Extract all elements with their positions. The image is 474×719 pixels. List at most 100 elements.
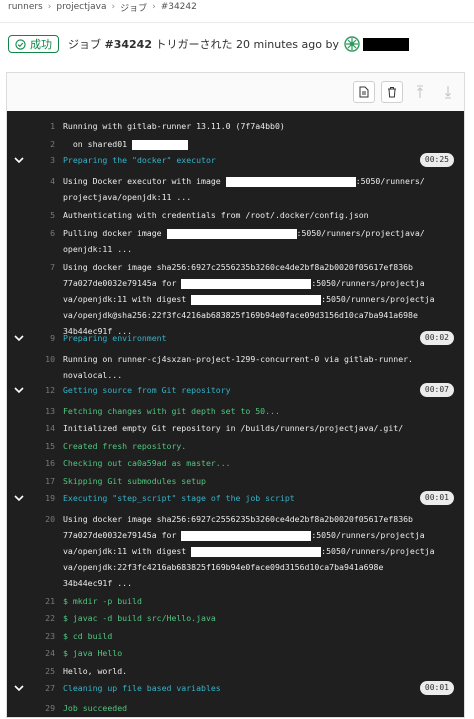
- check-circle-icon: [15, 38, 26, 50]
- line-number[interactable]: 1: [33, 121, 55, 131]
- log-line-cont: va/openjdk@sha256:22f3fc4216ab683825f169…: [7, 307, 464, 323]
- line-number[interactable]: 22: [33, 613, 55, 623]
- breadcrumb-job-id[interactable]: #34242: [161, 2, 197, 12]
- line-number[interactable]: 15: [33, 441, 55, 451]
- line-number[interactable]: 2: [33, 139, 55, 149]
- user-name-redacted[interactable]: [362, 37, 409, 51]
- status-badge[interactable]: 成功: [8, 35, 59, 53]
- line-number[interactable]: 7: [33, 262, 55, 272]
- chevron-down-icon[interactable]: [14, 494, 24, 502]
- chevron-down-icon[interactable]: [14, 156, 24, 164]
- log-line-cont: 77a027de0032e79145a for :5050/runners/pr…: [7, 275, 464, 291]
- log-line: 15 Created fresh repository.: [7, 438, 464, 454]
- line-number[interactable]: 23: [33, 631, 55, 641]
- line-number[interactable]: 17: [33, 476, 55, 486]
- line-number[interactable]: 20: [33, 514, 55, 524]
- line-number[interactable]: 13: [33, 406, 55, 416]
- log-fragment: Using Docker executor with image: [63, 176, 221, 186]
- line-number[interactable]: 16: [33, 458, 55, 468]
- log-line: 10 Running on runner-cj4sxzan-project-12…: [7, 351, 464, 367]
- line-number[interactable]: 10: [33, 354, 55, 364]
- log-text: va/openjdk:22f3fc4216ab683825f169b94e0fa…: [63, 562, 384, 572]
- line-number[interactable]: 24: [33, 648, 55, 658]
- log-line: 22 $ javac -d build src/Hello.java: [7, 610, 464, 626]
- log-text: 77a027de0032e79145a for :5050/runners/pr…: [63, 275, 454, 291]
- section-title: Executing "step_script" stage of the job…: [63, 493, 295, 503]
- log-section-header[interactable]: 19 Executing "step_script" stage of the …: [7, 490, 464, 506]
- log-text: Authenticating with credentials from /ro…: [63, 210, 369, 220]
- triggered-text: トリガーされた 20 minutes ago by: [155, 38, 339, 51]
- log-text: $ java Hello: [63, 648, 123, 658]
- avatar[interactable]: [343, 36, 360, 52]
- line-number[interactable]: 5: [33, 210, 55, 220]
- log-line-cont: 77a027de0032e79145a for :5050/runners/pr…: [7, 527, 464, 543]
- section-title: Preparing the "docker" executor: [63, 155, 216, 165]
- log-section-header[interactable]: 3 Preparing the "docker" executor 00:25: [7, 152, 464, 168]
- duration-badge: 00:01: [419, 491, 454, 505]
- log-section-header[interactable]: 9 Preparing environment 00:02: [7, 330, 464, 346]
- breadcrumb-projectjava[interactable]: projectjava: [56, 2, 106, 12]
- log-text: Checking out ca0a59ad as master...: [63, 458, 231, 468]
- log-text: Skipping Git submodules setup: [63, 476, 206, 486]
- log-text: 34b44ec91f ...: [63, 578, 133, 588]
- job-prefix: ジョブ: [68, 38, 101, 51]
- log-line: 16 Checking out ca0a59ad as master...: [7, 455, 464, 471]
- duration-badge: 00:02: [419, 331, 454, 345]
- line-number[interactable]: 27: [33, 683, 55, 693]
- log-section-header[interactable]: 27 Cleaning up file based variables 00:0…: [7, 680, 464, 696]
- line-number[interactable]: 4: [33, 176, 55, 186]
- chevron-down-icon[interactable]: [14, 684, 24, 692]
- chevron-down-icon[interactable]: [14, 386, 24, 394]
- log-text: Using docker image sha256:6927c2556235b3…: [63, 514, 413, 524]
- log-fragment: va/openjdk:11 with digest: [63, 546, 187, 556]
- line-number[interactable]: 6: [33, 228, 55, 238]
- log-text: $ javac -d build src/Hello.java: [63, 613, 216, 623]
- log-text: projectjava/openjdk:11 ...: [63, 192, 192, 202]
- chevron-down-icon[interactable]: [14, 334, 24, 342]
- breadcrumb-divider: [0, 22, 474, 23]
- log-fragment: :5050/runners/: [355, 176, 425, 186]
- log-text: Running with gitlab-runner 13.11.0 (7f7a…: [63, 121, 285, 131]
- line-number[interactable]: 29: [33, 703, 55, 713]
- raw-log-button[interactable]: [353, 81, 375, 103]
- log-text: Using docker image sha256:6927c2556235b3…: [63, 262, 413, 272]
- scroll-bottom-icon: [445, 86, 451, 99]
- breadcrumb: runners › projectjava › ジョブ › #34242: [8, 0, 197, 14]
- job-log-terminal: 1 Running with gitlab-runner 13.11.0 (7f…: [7, 111, 464, 717]
- scroll-to-bottom-button[interactable]: [437, 81, 459, 103]
- log-fragment: 77a027de0032e79145a for: [63, 278, 177, 288]
- line-number[interactable]: 3: [33, 155, 55, 165]
- log-line: 5 Authenticating with credentials from /…: [7, 207, 464, 223]
- erase-log-button[interactable]: [381, 81, 403, 103]
- log-text: Fetching changes with git depth set to 5…: [63, 406, 280, 416]
- log-text: Using Docker executor with image :5050/r…: [63, 173, 454, 189]
- line-number[interactable]: 12: [33, 385, 55, 395]
- redacted-host: [225, 176, 356, 187]
- log-text: novalocal...: [63, 370, 123, 380]
- section-title: Preparing environment: [63, 333, 167, 343]
- section-title: Cleaning up file based variables: [63, 683, 221, 693]
- line-number[interactable]: 14: [33, 423, 55, 433]
- log-line: 17 Skipping Git submodules setup: [7, 473, 464, 489]
- log-text: Hello, world.: [63, 666, 128, 676]
- line-number[interactable]: 19: [33, 493, 55, 503]
- log-section-header[interactable]: 12 Getting source from Git repository 00…: [7, 382, 464, 398]
- job-id: #34242: [104, 38, 153, 51]
- breadcrumb-jobs[interactable]: ジョブ: [120, 1, 147, 14]
- line-number[interactable]: 9: [33, 333, 55, 343]
- line-number[interactable]: 25: [33, 666, 55, 676]
- line-number[interactable]: 21: [33, 596, 55, 606]
- breadcrumb-runners[interactable]: runners: [8, 2, 43, 12]
- log-fragment: :5050/runners/projectja: [321, 294, 435, 304]
- log-fragment: :5050/runners/projectja: [321, 546, 435, 556]
- log-text: Pulling docker image :5050/runners/proje…: [63, 225, 454, 241]
- log-line-cont: novalocal...: [7, 367, 464, 383]
- log-line-cont: openjdk:11 ...: [7, 241, 464, 257]
- log-fragment: va/openjdk:11 with digest: [63, 294, 187, 304]
- log-line: 24 $ java Hello: [7, 645, 464, 661]
- scroll-to-top-button[interactable]: [409, 81, 431, 103]
- log-fragment: Pulling docker image: [63, 228, 162, 238]
- log-text: va/openjdk@sha256:22f3fc4216ab683825f169…: [63, 310, 418, 320]
- log-fragment: 77a027de0032e79145a for: [63, 530, 177, 540]
- log-line: 7 Using docker image sha256:6927c2556235…: [7, 259, 464, 275]
